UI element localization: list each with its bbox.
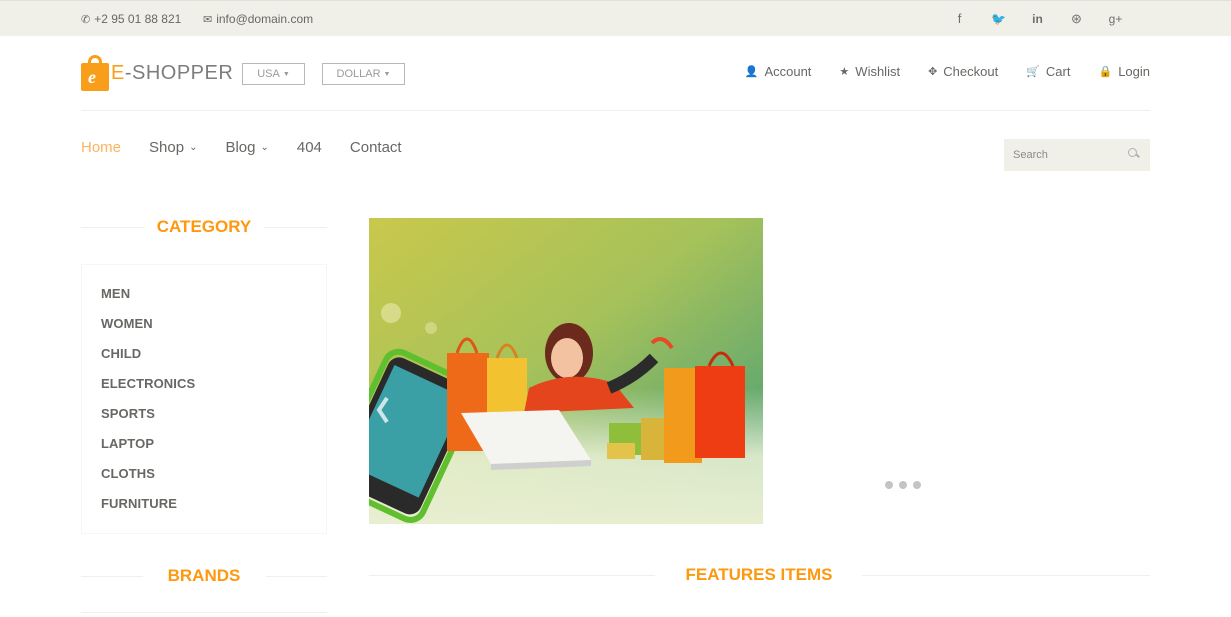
title-line xyxy=(266,576,327,577)
category-item-sports[interactable]: SPORTS xyxy=(101,406,155,421)
chevron-down-icon: ⌄ xyxy=(189,142,198,153)
currency-dropdown[interactable]: DOLLAR ▼ xyxy=(322,63,405,85)
star-icon: ★ xyxy=(839,66,850,78)
currency-value: DOLLAR xyxy=(336,68,381,80)
slider-dot[interactable] xyxy=(885,481,893,489)
chevron-down-icon: ⌄ xyxy=(260,142,269,153)
caret-down-icon: ▼ xyxy=(282,70,290,78)
nav-404[interactable]: 404 xyxy=(297,139,322,156)
category-item-furniture[interactable]: FURNITURE xyxy=(101,496,177,511)
title-line xyxy=(862,575,1150,576)
main-nav: Home Shop ⌄ Blog ⌄ 404 Contact xyxy=(81,139,430,156)
top-bar: ✆ +2 95 01 88 821 ✉ info@domain.com f 🐦 … xyxy=(0,0,1231,36)
dribbble-icon[interactable]: ⊛ xyxy=(1057,10,1096,28)
search-input[interactable]: Search xyxy=(1004,139,1150,171)
title-line xyxy=(369,575,655,576)
nav-shop[interactable]: Shop ⌄ xyxy=(149,139,197,156)
shopping-bag-icon: e xyxy=(81,55,109,91)
brands-title: BRANDS xyxy=(167,566,241,585)
phone-contact[interactable]: ✆ +2 95 01 88 821 xyxy=(81,12,181,26)
email-address: info@domain.com xyxy=(216,12,314,26)
lock-icon: 🔒 xyxy=(1098,66,1113,78)
envelope-icon: ✉ xyxy=(203,13,213,26)
crosshair-icon: ✥ xyxy=(928,66,938,78)
category-item-cloths[interactable]: CLOTHS xyxy=(101,466,155,481)
title-line xyxy=(81,227,145,228)
account-link[interactable]: 👤 Account xyxy=(745,64,812,79)
account-nav: 👤 Account ★ Wishlist ✥ Checkout 🛒 Cart 🔒… xyxy=(717,64,1150,79)
category-item-laptop[interactable]: LAPTOP xyxy=(101,436,154,451)
phone-number: +2 95 01 88 821 xyxy=(94,12,182,26)
google-plus-icon[interactable]: g+ xyxy=(1096,10,1135,28)
slider-dot[interactable] xyxy=(913,481,921,489)
cart-icon: 🛒 xyxy=(1026,66,1040,78)
cart-link[interactable]: 🛒 Cart xyxy=(1026,64,1070,79)
hero-slide-image xyxy=(369,218,763,524)
twitter-icon[interactable]: 🐦 xyxy=(979,10,1018,28)
category-item-electronics[interactable]: ELECTRONICS xyxy=(101,376,195,391)
logo-text: E-SHOPPER xyxy=(111,61,234,84)
category-item-men[interactable]: MEN xyxy=(101,286,130,301)
linkedin-icon[interactable]: in xyxy=(1018,10,1057,28)
category-list: MEN WOMEN CHILD ELECTRONICS SPORTS LAPTO… xyxy=(81,264,327,534)
nav-contact[interactable]: Contact xyxy=(350,139,402,156)
title-line xyxy=(264,227,327,228)
slider-dot[interactable] xyxy=(899,481,907,489)
email-contact[interactable]: ✉ info@domain.com xyxy=(203,12,313,26)
country-dropdown[interactable]: USA ▼ xyxy=(242,63,305,85)
checkout-link[interactable]: ✥ Checkout xyxy=(928,64,998,79)
site-logo[interactable]: e E-SHOPPER xyxy=(81,55,233,91)
title-line xyxy=(81,576,143,577)
nav-home[interactable]: Home xyxy=(81,139,121,156)
features-title: FEATURES ITEMS xyxy=(685,565,833,584)
wishlist-link[interactable]: ★ Wishlist xyxy=(839,64,900,79)
category-item-women[interactable]: WOMEN xyxy=(101,316,153,331)
slider-pagination xyxy=(885,481,921,489)
category-item-child[interactable]: CHILD xyxy=(101,346,141,361)
phone-icon: ✆ xyxy=(81,13,91,26)
search-placeholder: Search xyxy=(1013,149,1048,161)
login-link[interactable]: 🔒 Login xyxy=(1098,64,1150,79)
caret-down-icon: ▼ xyxy=(383,70,391,78)
header-divider xyxy=(81,110,1150,111)
category-title: CATEGORY xyxy=(156,217,252,236)
facebook-icon[interactable]: f xyxy=(940,10,979,28)
user-icon: 👤 xyxy=(744,66,759,78)
nav-blog[interactable]: Blog ⌄ xyxy=(225,139,268,156)
shopping-woman-illustration xyxy=(369,218,763,524)
search-icon[interactable] xyxy=(1128,148,1139,159)
brands-box-top xyxy=(81,612,327,613)
social-links: f 🐦 in ⊛ g+ xyxy=(940,10,1135,28)
country-value: USA xyxy=(257,68,280,80)
